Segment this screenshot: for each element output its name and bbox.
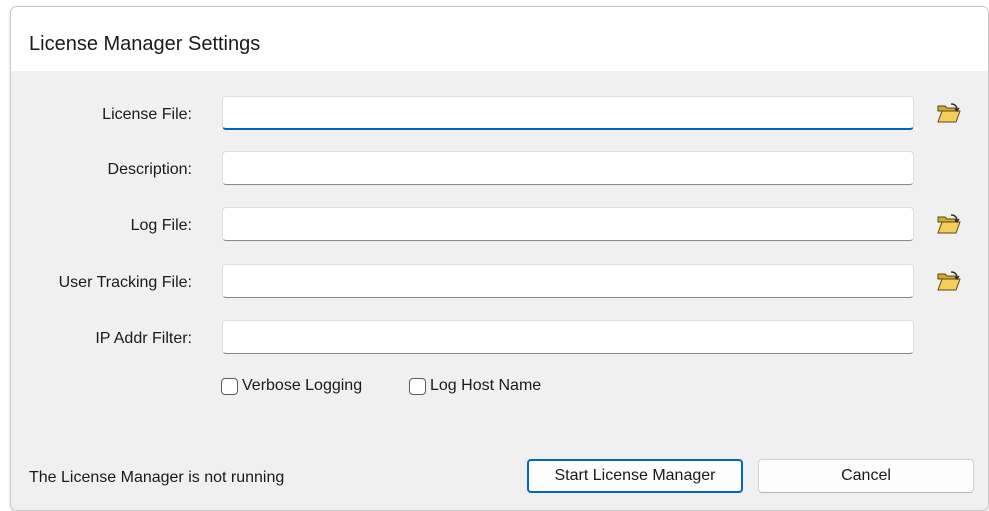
dialog-title: License Manager Settings bbox=[29, 33, 261, 55]
log-host-name-label: Log Host Name bbox=[430, 377, 542, 394]
dialog-body: License File: Description: Log File: Use… bbox=[11, 71, 988, 510]
description-label: Description: bbox=[107, 161, 192, 178]
folder-open-icon bbox=[937, 271, 961, 291]
log-file-browse-button[interactable] bbox=[934, 209, 964, 239]
user-tracking-file-browse-button[interactable] bbox=[934, 266, 964, 296]
verbose-logging-label: Verbose Logging bbox=[242, 377, 363, 394]
status-text: The License Manager is not running bbox=[29, 469, 285, 486]
user-tracking-file-input[interactable] bbox=[222, 264, 914, 298]
user-tracking-file-label: User Tracking File: bbox=[58, 274, 192, 291]
ip-addr-filter-input[interactable] bbox=[222, 320, 914, 354]
cancel-button[interactable]: Cancel bbox=[758, 459, 974, 493]
description-input[interactable] bbox=[222, 151, 914, 185]
ip-addr-filter-label: IP Addr Filter: bbox=[95, 330, 192, 347]
start-license-manager-button[interactable]: Start License Manager bbox=[527, 459, 743, 493]
log-host-name-option[interactable]: Log Host Name bbox=[409, 377, 541, 395]
license-file-label: License File: bbox=[102, 106, 192, 123]
folder-open-icon bbox=[937, 103, 961, 123]
license-manager-settings-dialog: License Manager Settings License File: D… bbox=[10, 6, 989, 511]
log-host-name-checkbox[interactable] bbox=[409, 377, 426, 395]
license-file-browse-button[interactable] bbox=[934, 98, 964, 128]
folder-open-icon bbox=[937, 214, 961, 234]
log-file-input[interactable] bbox=[222, 207, 914, 241]
verbose-logging-checkbox[interactable] bbox=[221, 377, 238, 395]
title-bar: License Manager Settings bbox=[11, 7, 988, 71]
log-file-label: Log File: bbox=[130, 217, 192, 234]
license-file-input[interactable] bbox=[222, 96, 914, 130]
verbose-logging-option[interactable]: Verbose Logging bbox=[221, 377, 362, 395]
